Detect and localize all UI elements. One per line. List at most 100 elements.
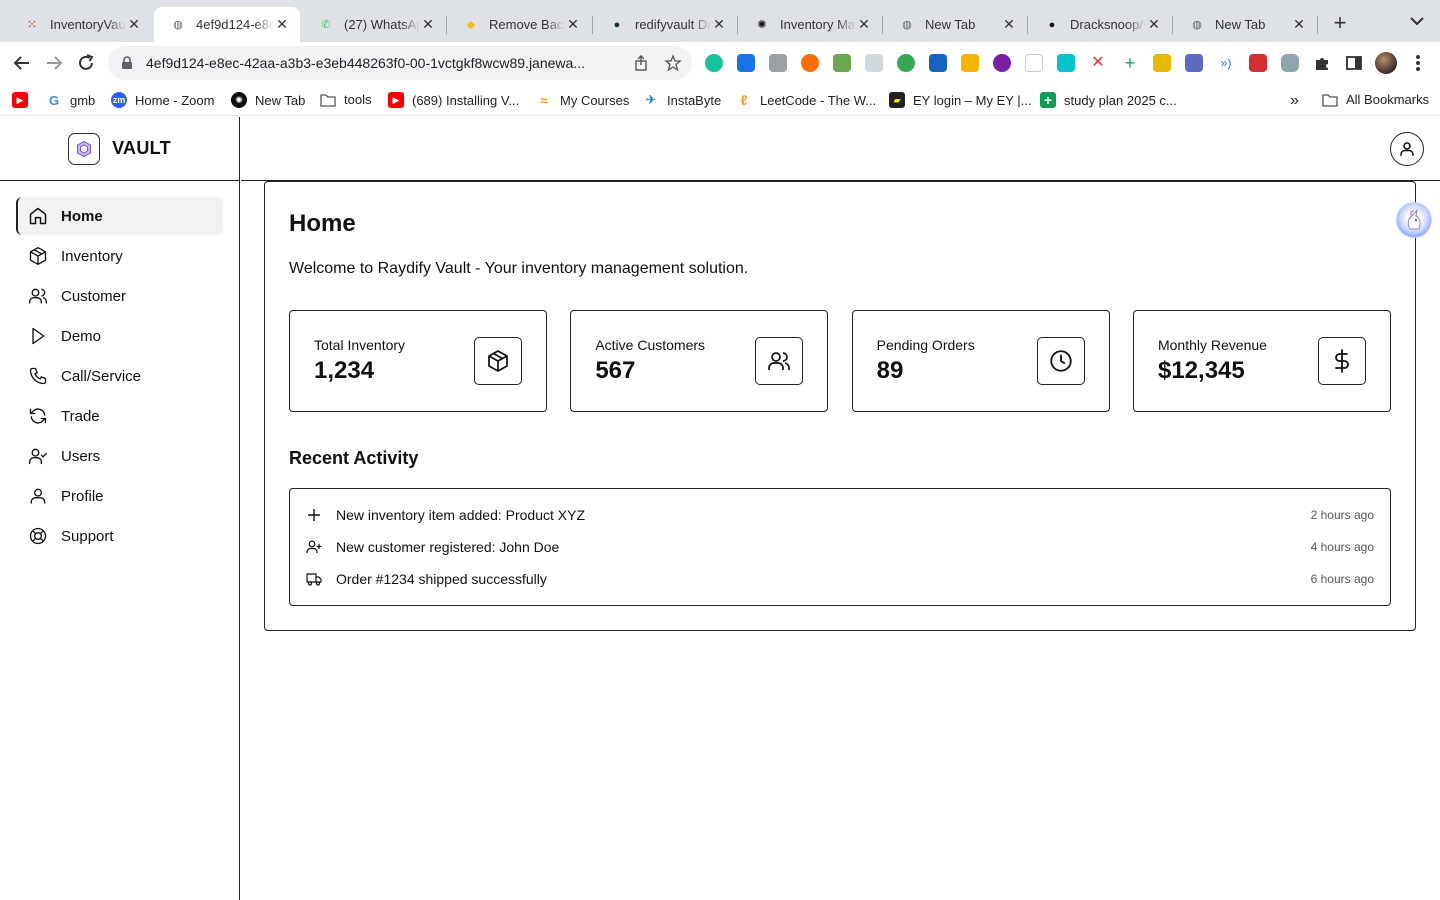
browser-tab[interactable]: ✆ (27) WhatsApp ✕ bbox=[302, 7, 446, 42]
page-title: Home bbox=[289, 210, 356, 237]
tab-close-icon[interactable]: ✕ bbox=[420, 16, 436, 33]
tab-close-icon[interactable]: ✕ bbox=[274, 16, 290, 33]
shield-extension-icon[interactable] bbox=[1281, 54, 1299, 72]
folder-icon bbox=[1322, 93, 1338, 107]
bookmark-item[interactable]: G gmb bbox=[46, 92, 95, 108]
extension-icon[interactable]: ») bbox=[1217, 54, 1235, 72]
browser-toolbar: 4ef9d124-e8ec-42aa-a3b3-e3eb448263f0-00-… bbox=[0, 42, 1440, 84]
tab-close-icon[interactable]: ✕ bbox=[565, 16, 581, 33]
browser-tab[interactable]: ⁙ InventoryVault ✕ bbox=[8, 7, 152, 42]
more-bookmarks-button[interactable]: » bbox=[1290, 92, 1299, 110]
bookmark-item[interactable]: ▰ EY login – My EY |... bbox=[889, 92, 1032, 108]
bookmark-folder[interactable]: tools bbox=[320, 92, 371, 107]
leetcode-icon: ℓ bbox=[736, 92, 752, 108]
bookmark-item[interactable]: zm Home - Zoom bbox=[111, 92, 214, 108]
tab-title: InventoryVault bbox=[50, 17, 126, 32]
app-header bbox=[241, 117, 1440, 181]
sidebar-item-label: Profile bbox=[61, 487, 104, 505]
sidebar-item-users[interactable]: Users bbox=[16, 437, 223, 475]
tab-close-icon[interactable]: ✕ bbox=[126, 16, 142, 33]
camera-extension-icon[interactable] bbox=[769, 54, 787, 72]
extension-icon[interactable] bbox=[1057, 54, 1075, 72]
reload-icon[interactable] bbox=[74, 51, 98, 75]
extension-icon[interactable] bbox=[833, 54, 851, 72]
tab-close-icon[interactable]: ✕ bbox=[711, 16, 727, 33]
google-icon: G bbox=[46, 92, 62, 108]
extension-icon[interactable] bbox=[1153, 54, 1171, 72]
browser-tab[interactable]: ● redifyvault Dat ✕ bbox=[593, 7, 737, 42]
bookmark-item[interactable]: ▶ (689) Installing V... bbox=[388, 92, 519, 108]
extension-icon[interactable] bbox=[801, 54, 819, 72]
stat-card-monthly-revenue: Monthly Revenue $12,345 bbox=[1132, 310, 1391, 412]
bookmark-item[interactable]: + study plan 2025 c... bbox=[1040, 92, 1177, 108]
tab-favicon-icon: ✆ bbox=[321, 19, 331, 31]
address-bar[interactable]: 4ef9d124-e8ec-42aa-a3b3-e3eb448263f0-00-… bbox=[108, 46, 692, 80]
forward-arrow-icon[interactable] bbox=[42, 51, 66, 75]
browser-tab[interactable]: ◆ Remove Backgr ✕ bbox=[447, 7, 591, 42]
close-extension-icon[interactable]: ✕ bbox=[1089, 54, 1107, 72]
assistant-avatar[interactable] bbox=[1396, 202, 1432, 238]
folder-icon bbox=[320, 93, 336, 107]
plus-extension-icon[interactable]: + bbox=[1121, 54, 1139, 72]
sidebar-item-call-service[interactable]: Call/Service bbox=[16, 357, 223, 395]
new-tab-button[interactable]: + bbox=[1328, 10, 1352, 36]
extension-icon[interactable] bbox=[961, 54, 979, 72]
sidebar-item-support[interactable]: Support bbox=[16, 517, 223, 555]
activity-text: New customer registered: John Doe bbox=[336, 539, 560, 555]
bookmark-item[interactable]: ✺ New Tab bbox=[231, 92, 305, 108]
chevron-down-icon[interactable] bbox=[1408, 14, 1426, 28]
sidebar-item-demo[interactable]: Demo bbox=[16, 317, 223, 355]
lock-icon[interactable] bbox=[120, 56, 134, 70]
sidebar-item-trade[interactable]: Trade bbox=[16, 397, 223, 435]
bookmark-label: All Bookmarks bbox=[1346, 92, 1430, 107]
profile-avatar[interactable] bbox=[1375, 52, 1397, 74]
bookmark-star-icon[interactable] bbox=[664, 54, 682, 72]
reader-extension-icon[interactable] bbox=[737, 54, 755, 72]
extension-icon[interactable] bbox=[993, 54, 1011, 72]
back-arrow-icon[interactable] bbox=[10, 51, 34, 75]
pen-extension-icon[interactable] bbox=[1025, 54, 1043, 72]
sidebar-item-profile[interactable]: Profile bbox=[16, 477, 223, 515]
sheets-icon: + bbox=[1040, 92, 1056, 108]
bookmark-item[interactable]: ✈ InstaByte bbox=[643, 92, 721, 108]
user-menu-button[interactable] bbox=[1390, 132, 1424, 166]
share-icon[interactable] bbox=[632, 54, 650, 72]
sidebar-nav: Home Inventory Customer Demo Call/Servic… bbox=[0, 181, 239, 555]
puzzle-icon[interactable] bbox=[1313, 54, 1331, 72]
bookmark-item[interactable]: ℓ LeetCode - The W... bbox=[736, 92, 876, 108]
home-page: Home Welcome to Raydify Vault - Your inv… bbox=[264, 181, 1416, 631]
browser-tab[interactable]: ◍ New Tab ✕ bbox=[883, 7, 1027, 42]
tab-close-icon[interactable]: ✕ bbox=[1001, 16, 1017, 33]
browser-tab[interactable]: ◍ New Tab ✕ bbox=[1173, 7, 1317, 42]
bookmark-label: InstaByte bbox=[667, 92, 722, 108]
sidebar-item-inventory[interactable]: Inventory bbox=[16, 237, 223, 275]
activity-time: 6 hours ago bbox=[1310, 572, 1374, 586]
todo-extension-icon[interactable] bbox=[929, 54, 947, 72]
browser-tab[interactable]: ● Dracksnoop/v ✕ bbox=[1028, 7, 1172, 42]
grammarly-extension-icon[interactable] bbox=[705, 54, 723, 72]
bookmark-label: EY login – My EY |... bbox=[913, 92, 1032, 108]
tab-favicon-icon: ◍ bbox=[173, 19, 183, 31]
extension-icon[interactable] bbox=[865, 54, 883, 72]
extension-icon[interactable] bbox=[897, 54, 915, 72]
sidebar-item-home[interactable]: Home bbox=[16, 197, 223, 235]
browser-menu-icon[interactable] bbox=[1408, 52, 1428, 74]
tab-close-icon[interactable]: ✕ bbox=[1291, 16, 1307, 33]
sidebar-item-customer[interactable]: Customer bbox=[16, 277, 223, 315]
browser-tab-active[interactable]: ◍ 4ef9d124-e8ec ✕ bbox=[154, 7, 300, 42]
extension-icon[interactable] bbox=[1185, 54, 1203, 72]
clock-icon bbox=[1036, 337, 1085, 385]
tab-close-icon[interactable]: ✕ bbox=[1146, 16, 1162, 33]
brand[interactable]: VAULT bbox=[0, 117, 239, 181]
bookmark-item[interactable]: ≈ My Courses bbox=[536, 92, 629, 108]
browser-tab[interactable]: ✺ Inventory Man ✕ bbox=[738, 7, 882, 42]
users-icon bbox=[29, 288, 47, 304]
activity-time: 2 hours ago bbox=[1310, 508, 1374, 522]
all-bookmarks-button[interactable]: All Bookmarks bbox=[1322, 92, 1429, 107]
side-panel-icon[interactable] bbox=[1345, 54, 1363, 72]
extension-icon[interactable] bbox=[1249, 54, 1267, 72]
tab-close-icon[interactable]: ✕ bbox=[856, 16, 872, 33]
sidebar-item-label: Demo bbox=[61, 327, 102, 345]
bookmark-youtube[interactable]: ▶ bbox=[12, 92, 36, 108]
phone-icon bbox=[29, 367, 47, 385]
